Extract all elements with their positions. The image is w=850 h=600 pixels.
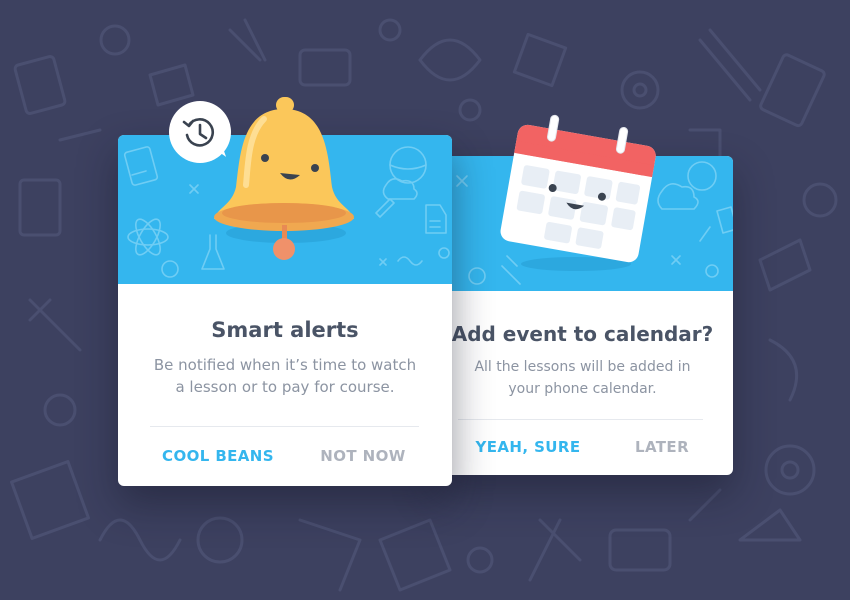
calendar-description-line-1: All the lessons will be added in	[474, 359, 691, 375]
clock-history-icon	[182, 118, 215, 147]
smart-alerts-dialog-card: Smart alerts Be notified when it’s time …	[118, 97, 452, 486]
calendar-dialog-divider	[458, 419, 703, 420]
smart-alerts-divider	[150, 426, 419, 427]
smart-alerts-description: Be notified when it’s time to watch a le…	[138, 354, 432, 398]
cool-beans-button[interactable]: COOL BEANS	[148, 447, 288, 465]
yeah-sure-button[interactable]: YEAH, SURE	[458, 438, 598, 456]
smart-alerts-description-line-1: Be notified when it’s time to watch	[153, 356, 417, 374]
calendar-icon	[500, 114, 656, 271]
calendar-dialog-title: Add event to calendar?	[451, 322, 714, 346]
smart-alerts-title: Smart alerts	[211, 318, 359, 342]
calendar-description-line-2: your phone calendar.	[508, 381, 657, 397]
not-now-button[interactable]: NOT NOW	[308, 447, 418, 465]
later-button[interactable]: LATER	[612, 438, 712, 456]
calendar-dialog-card: Add event to calendar? All the lessons w…	[432, 114, 733, 475]
clock-badge	[169, 101, 231, 163]
calendar-dialog-description: All the lessons will be added in your ph…	[452, 356, 713, 400]
smart-alerts-description-line-2: a lesson or to pay for course.	[175, 378, 395, 396]
